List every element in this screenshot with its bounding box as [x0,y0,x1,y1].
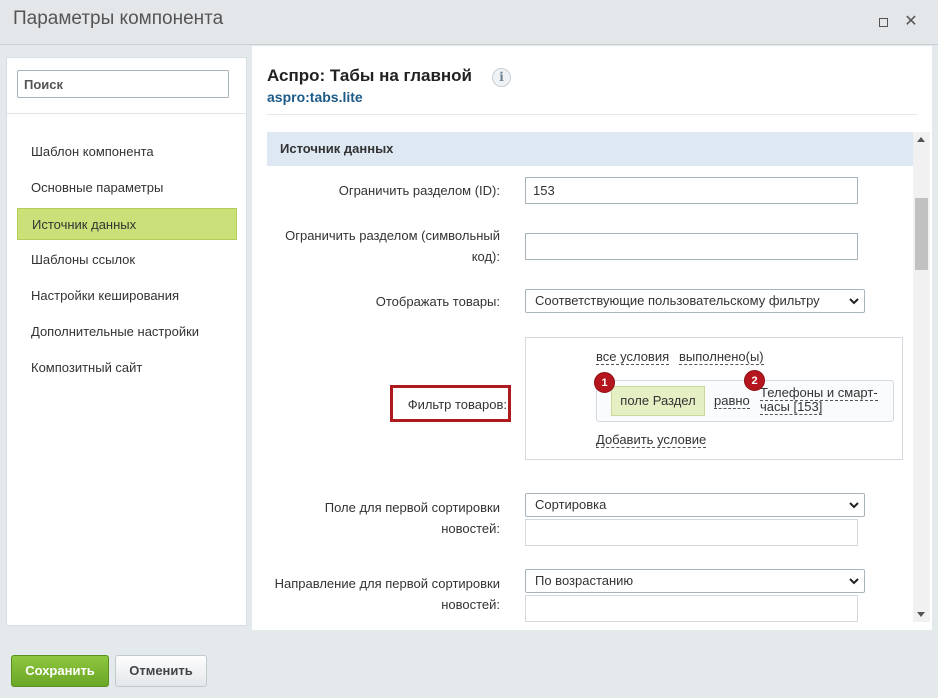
window-titlebar: Параметры компонента ✕ [0,0,938,45]
sidebar-item-data-source[interactable]: Источник данных [17,208,237,240]
sidebar-item-url-templates[interactable]: Шаблоны ссылок [17,244,237,276]
maximize-icon[interactable] [874,13,892,31]
search-input[interactable] [17,70,229,98]
show-products-select[interactable]: Соответствующие пользовательскому фильтр… [525,289,865,313]
sort1-field-select[interactable]: Сортировка [525,493,865,517]
chevron-down-icon [849,502,859,509]
scroll-thumb[interactable] [915,198,928,270]
sort1-dir-label: Направление для первой сортировки новост… [274,576,500,612]
component-title: Аспро: Табы на главной [267,66,472,85]
section-id-input[interactable] [525,177,858,204]
sort1-field-custom-input[interactable] [525,519,858,546]
condition-field-button[interactable]: поле Раздел [611,386,705,416]
section-code-label: Ограничить разделом (символьный код): [285,228,500,264]
sort1-dir-value: По возрастанию [535,573,634,588]
info-icon[interactable]: i [492,68,511,87]
add-condition-link[interactable]: Добавить условие [596,432,707,448]
sort1-dir-custom-input[interactable] [525,595,858,622]
vertical-scrollbar[interactable] [913,132,930,622]
sort1-field-value: Сортировка [535,497,607,512]
save-button[interactable]: Сохранить [11,655,109,687]
condition-operator-link[interactable]: равно [714,394,750,409]
all-conditions-link[interactable]: все условия [596,349,670,365]
sidebar-item-template[interactable]: Шаблон компонента [17,136,237,168]
divider [267,114,917,115]
section-id-label: Ограничить разделом (ID): [338,183,500,198]
section-code-input[interactable] [525,233,858,260]
scroll-down-icon[interactable] [917,612,925,617]
sort1-dir-select[interactable]: По возрастанию [525,569,865,593]
sidebar-item-composite[interactable]: Композитный сайт [17,352,237,384]
scroll-up-icon[interactable] [917,137,925,142]
show-products-label: Отображать товары: [375,294,500,309]
sidebar: Шаблон компонента Основные параметры Ист… [6,57,247,626]
settings-panel: Аспро: Табы на главной i aspro:tabs.lite… [252,46,932,630]
chevron-down-icon [849,298,859,305]
dialog-footer: Сохранить Отменить [0,640,938,698]
window-title: Параметры компонента [13,8,224,29]
cancel-button[interactable]: Отменить [115,655,207,687]
step-badge-1: 1 [594,372,615,393]
sidebar-item-main-params[interactable]: Основные параметры [17,172,237,204]
close-icon[interactable]: ✕ [902,13,920,31]
component-code: aspro:tabs.lite [267,89,363,105]
condition-value-text: Телефоны и смарт-часы [153] [760,385,878,415]
sidebar-item-additional[interactable]: Дополнительные настройки [17,316,237,348]
section-header: Источник данных [267,132,914,166]
sidebar-item-caching[interactable]: Настройки кеширования [17,280,237,312]
chevron-down-icon [849,578,859,585]
fulfilled-link[interactable]: выполнено(ы) [679,349,764,365]
divider [7,113,246,114]
filter-label-highlight [390,385,511,422]
condition-value-link[interactable]: Телефоны и смарт-часы [153] [760,385,885,415]
show-products-value: Соответствующие пользовательскому фильтр… [535,293,820,308]
filter-builder: все условия выполнено(ы) поле Раздел рав… [525,337,903,460]
sort1-field-label: Поле для первой сортировки новостей: [324,500,500,536]
step-badge-2: 2 [744,370,765,391]
